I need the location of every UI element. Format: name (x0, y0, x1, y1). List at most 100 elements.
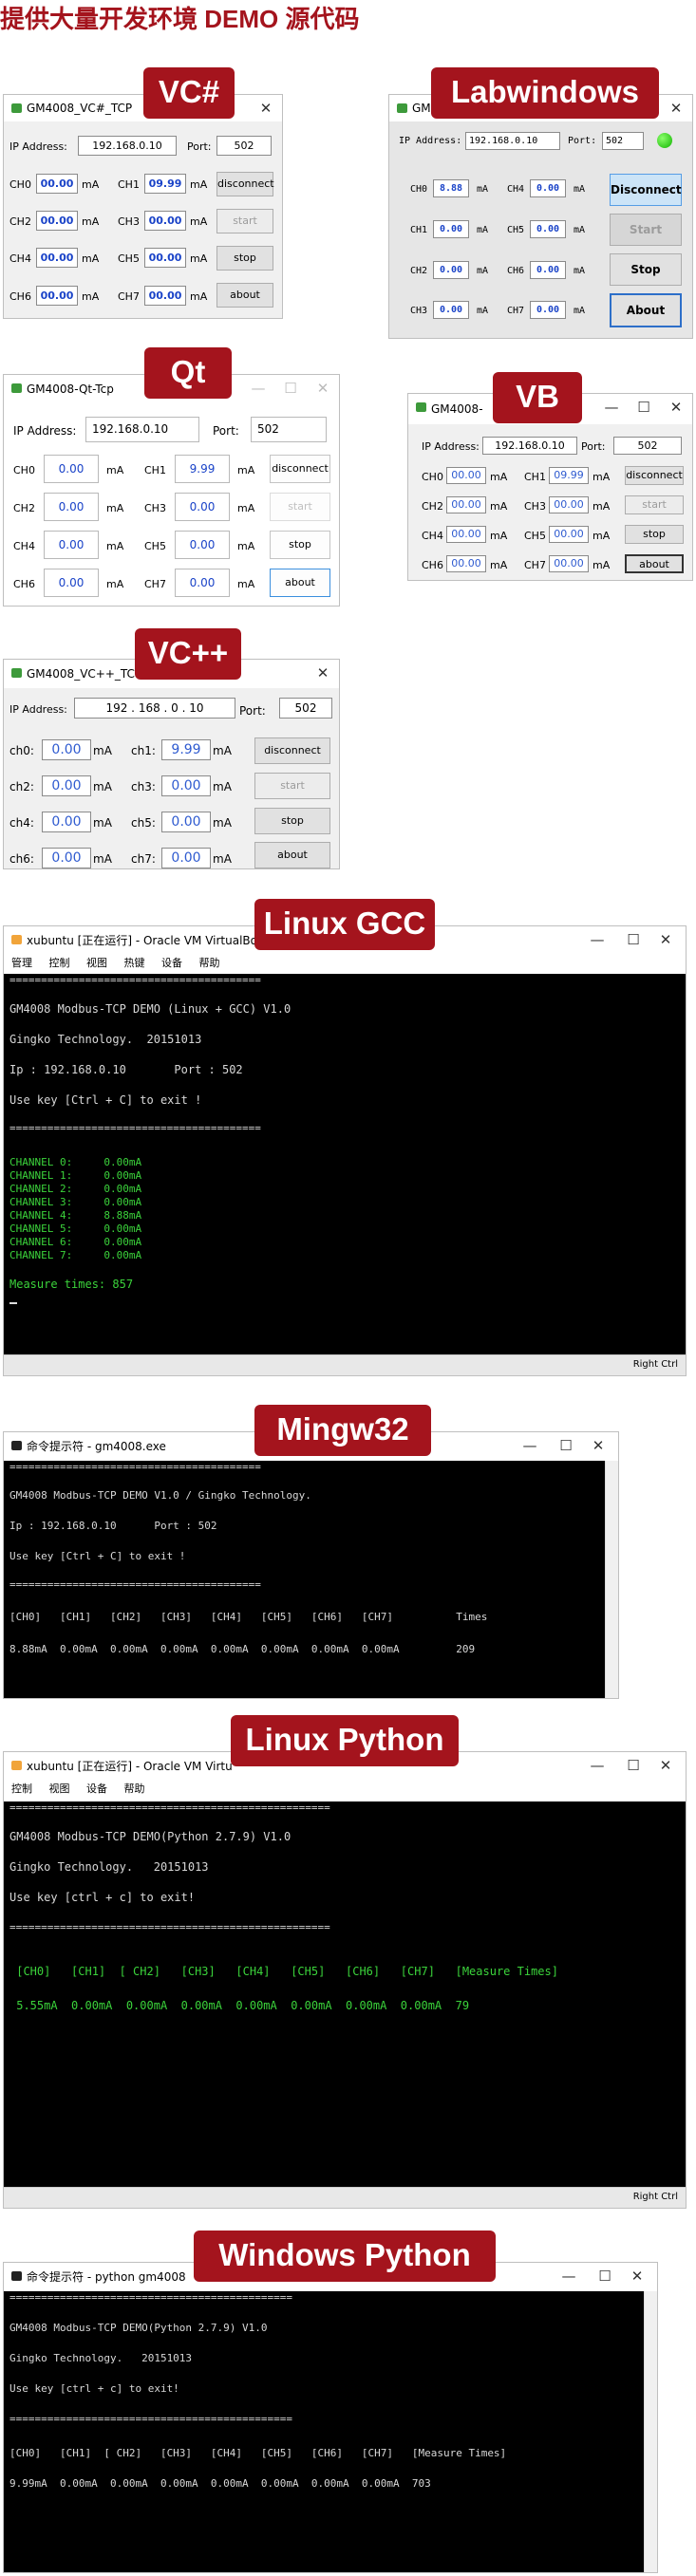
stop-button[interactable]: Stop (610, 253, 682, 286)
close-icon[interactable]: ✕ (307, 375, 339, 401)
maximize-icon[interactable]: ☐ (617, 1752, 649, 1779)
scrollbar[interactable] (605, 1461, 618, 1698)
disconnect-button[interactable]: Disconnect (610, 174, 682, 206)
about-button[interactable]: about (216, 283, 273, 308)
start-button[interactable]: start (625, 495, 684, 514)
close-icon[interactable]: ✕ (582, 1432, 614, 1459)
ch5-unit: mA (213, 816, 232, 830)
terminal-output: ========================================… (4, 1461, 618, 1698)
window-title: 命令提示符 - gm4008.exe (27, 1440, 166, 1453)
start-button[interactable]: Start (610, 214, 682, 246)
ch7-value: 00.00 (549, 555, 589, 572)
terminal-line: ========================================… (9, 1801, 330, 1814)
menu-item[interactable]: 控制 (11, 1783, 32, 1795)
close-icon[interactable]: ✕ (649, 926, 682, 953)
start-button[interactable]: start (216, 209, 273, 233)
ch2-unit: mA (82, 215, 100, 228)
port-label: Port: (568, 136, 597, 146)
windows-python-window: 命令提示符 - python gm4008 — ☐ ✕ ============… (3, 2262, 658, 2573)
menu-item[interactable]: 帮助 (199, 957, 220, 969)
stop-button[interactable]: stop (254, 808, 330, 834)
ip-octet-2[interactable]: 168 (139, 701, 160, 715)
close-icon[interactable]: ✕ (250, 95, 282, 121)
ch6-unit: mA (106, 578, 124, 590)
ch6-unit: mA (574, 266, 586, 276)
ip-octet-3[interactable]: 0 (171, 701, 179, 715)
connection-status-led (657, 133, 672, 148)
close-icon[interactable]: ✕ (649, 1752, 682, 1779)
port-input[interactable]: 502 (602, 132, 644, 150)
ch6-value: 00.00 (36, 286, 78, 306)
about-button[interactable]: about (270, 569, 330, 597)
port-input[interactable]: 502 (613, 437, 682, 455)
maximize-icon[interactable]: ☐ (589, 2263, 621, 2289)
ch0-value: 0.00 (42, 739, 91, 760)
minimize-icon[interactable]: — (514, 1432, 546, 1459)
scrollbar[interactable] (644, 2291, 657, 2572)
host-key-label: Right Ctrl (632, 2192, 678, 2202)
ch3-value: 0.00 (175, 493, 230, 521)
channel-header: [CH0] [CH1] [ CH2] [CH3] [CH4] [CH5] [CH… (9, 1965, 558, 1978)
qt-window: GM4008-Qt-Tcp — ☐ ✕ IP Address: 192.168.… (3, 374, 340, 607)
ip-input[interactable]: 192.168.0.10 (465, 132, 560, 150)
maximize-icon[interactable]: ☐ (274, 375, 307, 401)
cmd-icon (11, 2271, 22, 2281)
minimize-icon[interactable]: — (581, 926, 613, 953)
port-input[interactable]: 502 (216, 136, 272, 156)
ip-input[interactable]: 192.168.0.10 (85, 417, 199, 442)
ip-octet-1[interactable]: 192 (105, 701, 127, 715)
minimize-icon[interactable]: — (242, 375, 274, 401)
port-input[interactable]: 502 (279, 698, 332, 719)
minimize-icon[interactable]: — (553, 2263, 585, 2289)
port-spinbox[interactable]: 502 (251, 417, 327, 442)
ip-input[interactable]: 192.168.0.10 (482, 437, 577, 455)
ch5-unit: mA (574, 225, 586, 235)
stop-button[interactable]: stop (625, 525, 684, 544)
ip-input[interactable]: 192.168.0.10 (78, 136, 177, 156)
close-icon[interactable]: ✕ (660, 95, 692, 121)
terminal-line: Use key [ctrl + c] to exit! (9, 1891, 196, 1904)
disconnect-button[interactable]: disconnect (216, 172, 274, 196)
terminal-line: Use key [Ctrl + C] to exit ! (9, 1093, 202, 1107)
vcpp-window: GM4008_VC++_TC ✕ IP Address: 192 . 168 .… (3, 659, 340, 869)
ch0-unit: mA (106, 464, 124, 476)
ch0-unit: mA (477, 184, 489, 195)
menu-item[interactable]: 管理 (11, 957, 32, 969)
ch0-label: CH0 (13, 464, 35, 476)
stop-button[interactable]: stop (216, 246, 273, 271)
ip-address-input[interactable]: 192 . 168 . 0 . 10 (74, 698, 235, 719)
ch1-value: 9.99 (161, 739, 211, 760)
ch3-unit: mA (477, 306, 489, 316)
menu-item[interactable]: 视图 (86, 957, 107, 969)
menu-item[interactable]: 设备 (86, 1783, 107, 1795)
about-button[interactable]: about (625, 554, 684, 573)
ch7-unit: mA (574, 306, 586, 316)
maximize-icon[interactable]: ☐ (617, 926, 649, 953)
menu-item[interactable]: 视图 (49, 1783, 70, 1795)
menu-item[interactable]: 热键 (124, 957, 145, 969)
minimize-icon[interactable]: — (581, 1752, 613, 1779)
about-button[interactable]: About (610, 293, 682, 327)
maximize-icon[interactable]: ☐ (628, 394, 660, 420)
ch0-unit: mA (93, 744, 112, 757)
disconnect-button[interactable]: disconnect (270, 455, 330, 483)
disconnect-button[interactable]: disconnect (254, 737, 330, 764)
close-icon[interactable]: ✕ (621, 2263, 653, 2289)
menu-item[interactable]: 帮助 (124, 1783, 145, 1795)
close-icon[interactable]: ✕ (660, 394, 692, 420)
disconnect-button[interactable]: disconnect (625, 466, 684, 485)
menu-item[interactable]: 控制 (49, 957, 70, 969)
close-icon[interactable]: ✕ (307, 660, 339, 686)
ch5-label: CH5 (507, 225, 525, 235)
start-button[interactable]: start (254, 773, 330, 799)
stop-button[interactable]: stop (270, 531, 330, 559)
ch2-unit: mA (490, 500, 508, 513)
maximize-icon[interactable]: ☐ (550, 1432, 582, 1459)
ch2-value: 0.00 (44, 493, 99, 521)
menu-item[interactable]: 设备 (161, 957, 182, 969)
window-title: xubuntu [正在运行] - Oracle VM VirtualBo (27, 934, 258, 947)
ip-octet-4[interactable]: 10 (189, 701, 203, 715)
minimize-icon[interactable]: — (595, 394, 628, 420)
about-button[interactable]: about (254, 842, 330, 868)
start-button[interactable]: start (270, 493, 330, 521)
